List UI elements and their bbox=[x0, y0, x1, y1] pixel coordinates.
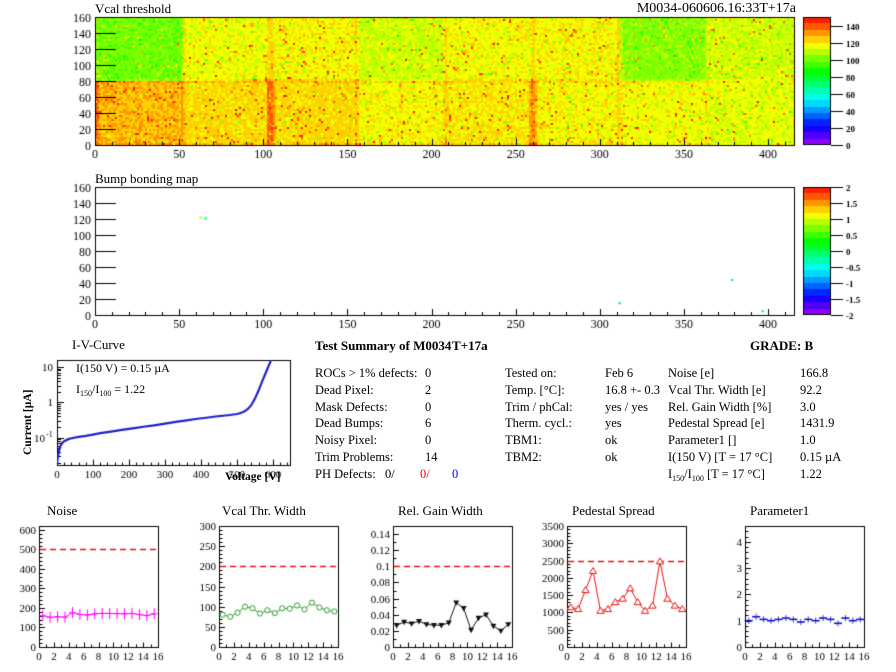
condition-row: TBM2: ok bbox=[505, 450, 665, 467]
defect-value: 0 bbox=[425, 366, 432, 380]
condition-value: Feb 6 bbox=[605, 366, 634, 380]
summary-subtitle: T+17a bbox=[452, 338, 488, 353]
defect-value: 6 bbox=[425, 416, 432, 431]
noise-plot-canvas bbox=[9, 515, 179, 667]
defect-label: Dead Bumps: bbox=[315, 416, 384, 431]
condition-label: TBM2: bbox=[505, 449, 542, 464]
defect-label: Mask Defects: bbox=[315, 399, 388, 414]
defect-row: ROCs > 1% defects: 0 bbox=[315, 366, 465, 383]
iv-ann2-value: = 1.22 bbox=[111, 382, 146, 396]
grade-badge: GRADE: B bbox=[750, 338, 814, 353]
condition-row: Trim / phCal: yes / yes bbox=[505, 400, 665, 417]
defect-row: Trim Problems: 14 bbox=[315, 450, 465, 467]
result-value: 166.8 bbox=[800, 366, 829, 380]
ph-defects-value-3: 0 bbox=[452, 467, 459, 481]
iv-y-axis-label: Current [µA] bbox=[22, 389, 34, 456]
summary-defect-column: ROCs > 1% defects: 0 Dead Pixel: 2 Mask Defe… bbox=[315, 366, 465, 467]
result-row: I150/I100 [T = 17 °C] 1.22 bbox=[668, 467, 893, 484]
result-value: 0.15 µA bbox=[800, 449, 842, 464]
result-row: Parameter1 [] 1.0 bbox=[668, 433, 893, 450]
result-label: Parameter1 [] bbox=[668, 433, 737, 448]
iv-annotation-2: I150/I100 = 1.22 bbox=[76, 382, 145, 398]
defect-value: 2 bbox=[425, 382, 432, 397]
ph-defects-value-1: 0/ bbox=[385, 467, 395, 481]
defect-value: 0 bbox=[425, 399, 432, 414]
result-value: 1.0 bbox=[800, 433, 816, 448]
condition-value: ok bbox=[605, 433, 618, 448]
condition-value: yes bbox=[605, 416, 622, 431]
vcal-heatmap-canvas bbox=[0, 10, 896, 168]
result-label: Noise [e] bbox=[668, 366, 715, 380]
result-label: Pedestal Spread [e] bbox=[668, 416, 765, 431]
result-row: Vcal Thr. Width [e] 92.2 bbox=[668, 383, 893, 400]
result-value: 3.0 bbox=[800, 399, 816, 414]
condition-row: Therm. cycl.: yes bbox=[505, 416, 665, 433]
defect-row: Dead Pixel: 2 bbox=[315, 383, 465, 400]
defect-label: Dead Pixel: bbox=[315, 382, 374, 397]
ph-defects-row: PH Defects: 0/ 0/ 0 bbox=[315, 467, 485, 484]
condition-value: yes / yes bbox=[605, 399, 649, 414]
ph-defects-label: PH Defects: bbox=[315, 467, 376, 481]
defect-label: ROCs > 1% defects: bbox=[315, 366, 418, 380]
iv-ann2-sub1: 150 bbox=[80, 389, 92, 398]
defect-row: Mask Defects: 0 bbox=[315, 400, 465, 417]
result-label: I(150 V) [T = 17 °C] bbox=[668, 449, 773, 464]
result-label: I150/I100 [T = 17 °C] bbox=[668, 466, 765, 483]
result-label: Vcal Thr. Width [e] bbox=[668, 382, 766, 397]
result-value: 92.2 bbox=[800, 382, 822, 397]
condition-label: TBM1: bbox=[505, 433, 542, 448]
test-report-page: Vcal threshold M0034-060606.16:33T+17a B… bbox=[0, 0, 896, 672]
condition-label: Temp. [°C]: bbox=[505, 382, 565, 397]
condition-row: Temp. [°C]: 16.8 +- 0.3 bbox=[505, 383, 665, 400]
defect-row: Noisy Pixel: 0 bbox=[315, 433, 465, 450]
condition-row: Tested on: Feb 6 bbox=[505, 366, 665, 383]
iv-annotation-1: I(150 V) = 0.15 µA bbox=[76, 361, 170, 375]
defect-label: Trim Problems: bbox=[315, 449, 394, 464]
defect-row: Dead Bumps: 6 bbox=[315, 416, 465, 433]
result-row: Rel. Gain Width [%] 3.0 bbox=[668, 400, 893, 417]
gain-width-plot-canvas bbox=[363, 515, 533, 667]
result-value: 1.22 bbox=[800, 466, 822, 481]
result-label: Rel. Gain Width [%] bbox=[668, 399, 772, 414]
result-row: I(150 V) [T = 17 °C] 0.15 µA bbox=[668, 450, 893, 467]
iv-x-axis-label: Voltage [V] bbox=[225, 471, 281, 483]
ph-defects-value-2: 0/ bbox=[420, 467, 430, 481]
defect-value: 14 bbox=[425, 449, 438, 464]
result-row: Noise [e] 166.8 bbox=[668, 366, 893, 383]
summary-results-column: Noise [e] 166.8 Vcal Thr. Width [e] 92.2 Rel… bbox=[668, 366, 893, 484]
summary-title: Test Summary of M0034 bbox=[315, 338, 452, 353]
condition-label: Trim / phCal: bbox=[505, 399, 573, 414]
summary-conditions-column: Tested on: Feb 6 Temp. [°C]: 16.8 +- 0.3 Tri… bbox=[505, 366, 665, 467]
pedestal-plot-canvas bbox=[537, 515, 707, 667]
parameter1-plot-canvas bbox=[715, 515, 885, 667]
condition-label: Therm. cycl.: bbox=[505, 416, 572, 431]
iv-curve-canvas bbox=[0, 333, 320, 485]
defect-label: Noisy Pixel: bbox=[315, 433, 378, 448]
condition-row: TBM1: ok bbox=[505, 433, 665, 450]
defect-value: 0 bbox=[425, 433, 432, 448]
result-value: 1431.9 bbox=[800, 416, 835, 431]
condition-value: ok bbox=[605, 449, 618, 464]
condition-value: 16.8 +- 0.3 bbox=[605, 382, 660, 397]
vcal-width-plot-canvas bbox=[189, 515, 359, 667]
condition-label: Tested on: bbox=[505, 366, 557, 380]
iv-ann2-sub2: 100 bbox=[99, 389, 112, 398]
result-row: Pedestal Spread [e] 1431.9 bbox=[668, 416, 893, 433]
bump-map-canvas bbox=[0, 180, 896, 338]
